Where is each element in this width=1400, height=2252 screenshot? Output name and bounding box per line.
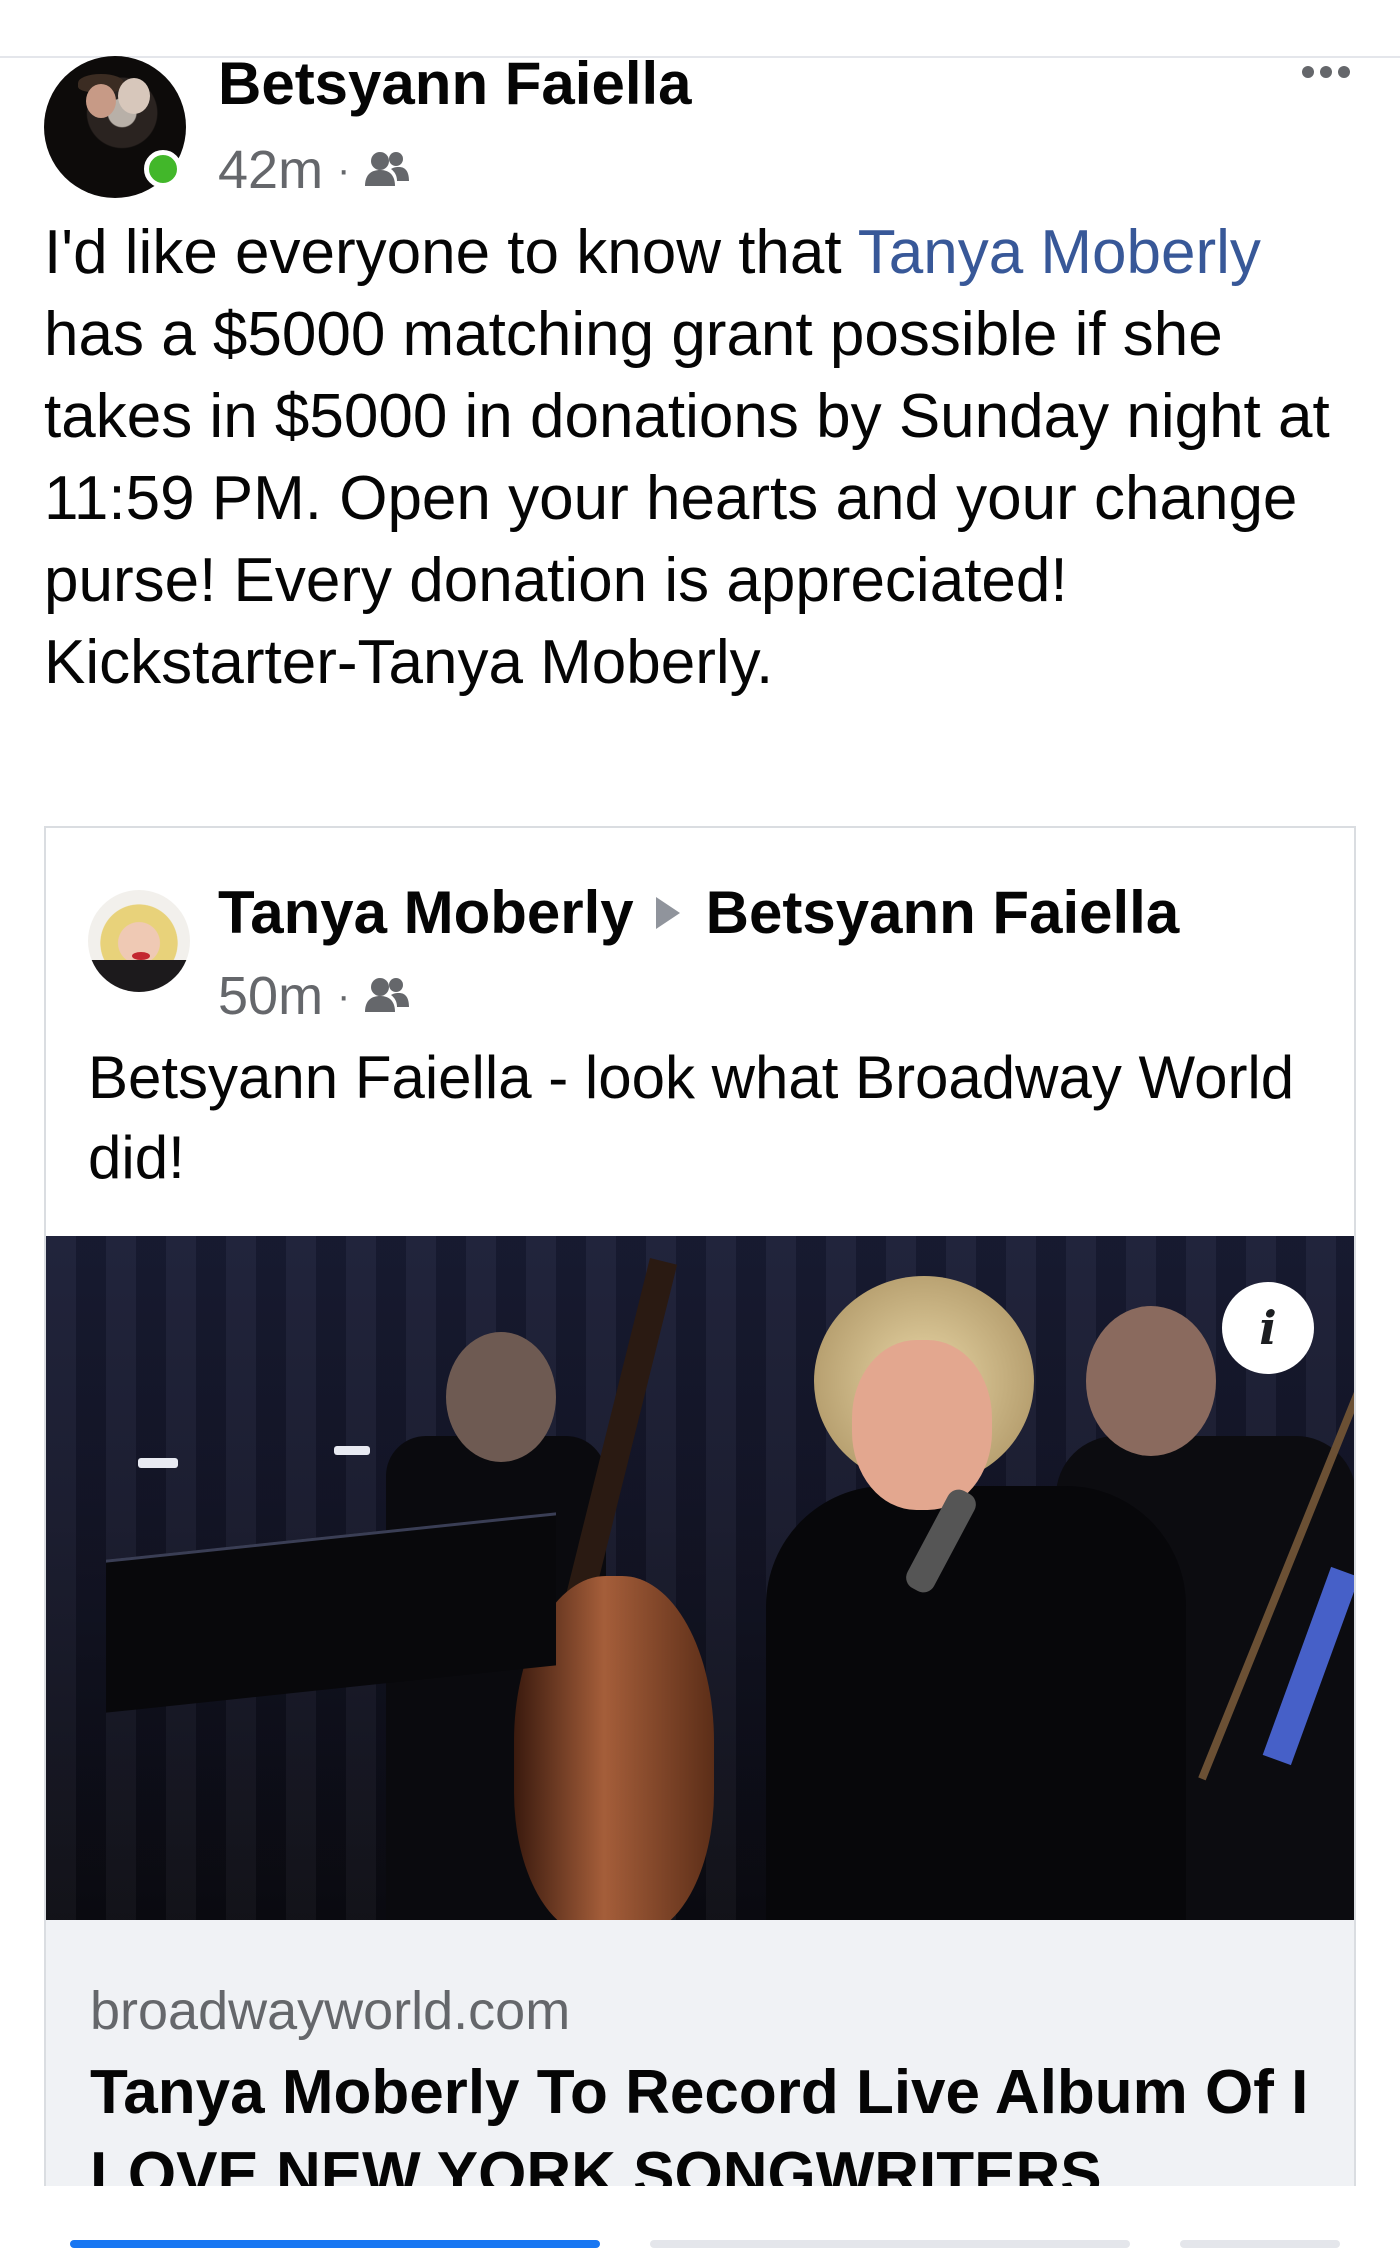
singer xyxy=(766,1486,1186,1920)
info-icon[interactable]: i xyxy=(1222,1282,1314,1374)
shared-post-card[interactable]: Tanya Moberly Betsyann Faiella 50m · Bet… xyxy=(44,826,1356,2186)
avatar-face-left xyxy=(86,84,116,118)
friends-icon xyxy=(364,976,410,1016)
bassist-head xyxy=(446,1332,556,1462)
meta-separator: · xyxy=(337,973,351,1018)
shared-post-meta: 50m · xyxy=(218,966,410,1026)
shared-post-time[interactable]: 50m xyxy=(218,965,323,1027)
meta-separator: · xyxy=(337,147,351,192)
shared-target-name[interactable]: Betsyann Faiella xyxy=(706,878,1180,947)
arrow-right-icon xyxy=(655,896,680,929)
friends-icon xyxy=(364,150,410,190)
bottom-action-strip xyxy=(0,2186,1400,2252)
stage-light xyxy=(334,1446,370,1455)
avatar-shoulder xyxy=(88,960,190,992)
more-dot xyxy=(1338,66,1350,78)
avatar-face-right xyxy=(118,78,150,114)
more-dot xyxy=(1302,66,1314,78)
mention-link[interactable]: Tanya Moberly xyxy=(858,218,1261,287)
link-domain: broadwayworld.com xyxy=(90,1981,571,2041)
shared-post-header: Tanya Moberly Betsyann Faiella xyxy=(218,878,1179,947)
guitarist-head xyxy=(1086,1306,1216,1456)
avatar-lips xyxy=(132,952,150,960)
post-time[interactable]: 42m xyxy=(218,139,323,201)
post-author-name[interactable]: Betsyann Faiella xyxy=(218,54,692,114)
tab-divider xyxy=(650,2240,1130,2248)
singer-face xyxy=(852,1340,992,1510)
tab-divider xyxy=(1180,2240,1340,2248)
shared-author-avatar[interactable] xyxy=(88,890,190,992)
post-meta: 42m · xyxy=(218,140,410,200)
online-status-dot xyxy=(144,150,182,188)
post-text: I'd like everyone to know that Tanya Mob… xyxy=(44,212,1354,704)
link-preview-image[interactable]: i xyxy=(46,1236,1354,1920)
shared-post-text: Betsyann Faiella - look what Broadway Wo… xyxy=(88,1044,1295,1191)
top-divider xyxy=(0,56,1400,58)
post-text-before: I'd like everyone to know that xyxy=(44,218,858,287)
link-title[interactable]: Tanya Moberly To Record Live Album Of I … xyxy=(90,2052,1320,2186)
shared-author-name[interactable]: Tanya Moberly xyxy=(218,878,634,947)
more-dot xyxy=(1320,66,1332,78)
link-preview-footer[interactable]: broadwayworld.com Tanya Moberly To Recor… xyxy=(46,1920,1354,2186)
stage-light xyxy=(138,1458,178,1468)
post-text-after: has a $5000 matching grant possible if s… xyxy=(44,300,1330,697)
tab-indicator xyxy=(70,2240,600,2248)
more-options-icon[interactable] xyxy=(1302,66,1350,78)
